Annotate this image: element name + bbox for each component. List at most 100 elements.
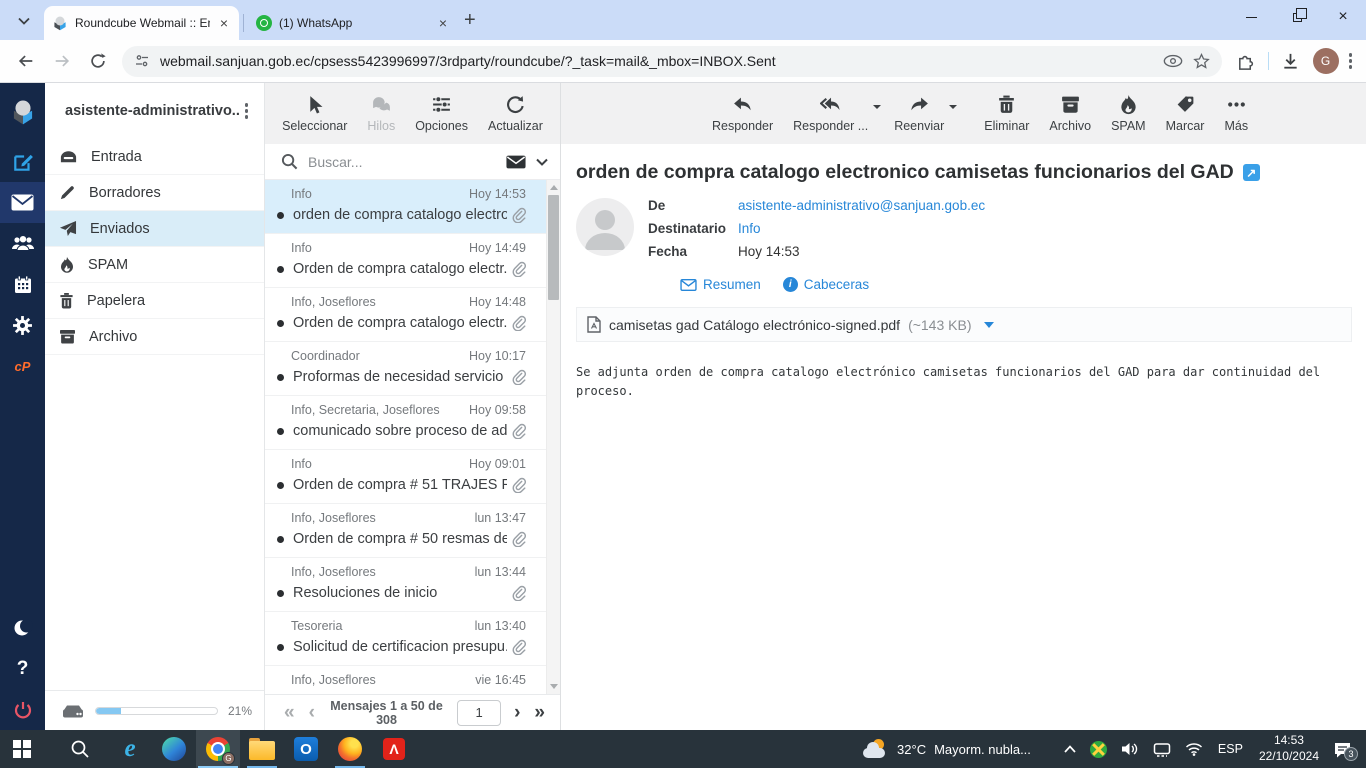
attachment-name[interactable]: camisetas gad Catálogo electrónico-signe… bbox=[609, 317, 900, 333]
antivirus-tray-icon[interactable] bbox=[1083, 740, 1114, 758]
headers-link[interactable]: i Cabeceras bbox=[782, 277, 869, 292]
profile-avatar[interactable]: G bbox=[1312, 48, 1339, 74]
last-page-button[interactable]: » bbox=[529, 703, 550, 722]
chrome-taskbar-icon[interactable]: G bbox=[196, 730, 240, 768]
clock[interactable]: 14:53 22/10/2024 bbox=[1251, 733, 1327, 764]
select-button[interactable]: Seleccionar bbox=[273, 94, 356, 133]
rail-mail-icon[interactable] bbox=[0, 182, 45, 223]
message-list-item[interactable]: Info Hoy 14:49 Orden de compra catalogo … bbox=[265, 234, 560, 288]
list-scrollbar[interactable] bbox=[546, 180, 560, 694]
back-button[interactable] bbox=[10, 45, 42, 77]
scroll-down-icon[interactable] bbox=[547, 680, 560, 694]
message-list-item[interactable]: Info, Joseflores vie 16:45 bbox=[265, 666, 560, 694]
tab-whatsapp[interactable]: (1) WhatsApp × bbox=[248, 6, 458, 40]
search-input[interactable] bbox=[308, 153, 496, 170]
folder-enviados[interactable]: Enviados bbox=[45, 211, 264, 247]
extensions-icon[interactable] bbox=[1230, 45, 1262, 77]
options-button[interactable]: Opciones bbox=[406, 94, 477, 133]
tray-expand-chevron-icon[interactable] bbox=[1057, 745, 1083, 753]
new-tab-button[interactable]: + bbox=[464, 9, 476, 32]
folder-options-icon[interactable] bbox=[239, 97, 255, 125]
rail-calendar-icon[interactable] bbox=[0, 264, 45, 305]
message-list-item[interactable]: Info, Secretaria, Joseflores Hoy 09:58 c… bbox=[265, 396, 560, 450]
rail-settings-gear-icon[interactable] bbox=[0, 305, 45, 346]
close-button[interactable]: × bbox=[1320, 0, 1366, 34]
taskbar-search-icon[interactable] bbox=[58, 730, 102, 768]
file-explorer-icon[interactable] bbox=[240, 730, 284, 768]
next-page-button[interactable]: › bbox=[509, 703, 525, 722]
folder-borradores[interactable]: Borradores bbox=[45, 175, 264, 211]
delete-button[interactable]: Eliminar bbox=[975, 94, 1038, 133]
rail-compose-icon[interactable] bbox=[0, 141, 45, 182]
url-bar[interactable]: webmail.sanjuan.gob.ec/cpsess5423996997/… bbox=[122, 45, 1222, 77]
site-settings-icon[interactable] bbox=[134, 53, 150, 69]
folder-spam[interactable]: SPAM bbox=[45, 247, 264, 283]
tab-close-icon[interactable]: × bbox=[217, 16, 231, 30]
rail-help-icon[interactable]: ? bbox=[0, 648, 45, 689]
spam-button[interactable]: SPAM bbox=[1102, 94, 1155, 133]
start-button[interactable] bbox=[0, 730, 44, 768]
message-list-item[interactable]: Info Hoy 09:01 Orden de compra # 51 TRAJ… bbox=[265, 450, 560, 504]
message-list-item[interactable]: Info, Joseflores lun 13:44 Resoluciones … bbox=[265, 558, 560, 612]
attachment-row[interactable]: camisetas gad Catálogo electrónico-signe… bbox=[576, 307, 1352, 342]
notification-center-icon[interactable]: 3 bbox=[1327, 741, 1366, 761]
weather-widget[interactable]: 32°C Mayorm. nubla... bbox=[853, 739, 1041, 758]
message-list-item[interactable]: Tesoreria lun 13:40 Solicitud de certifi… bbox=[265, 612, 560, 666]
prev-page-button[interactable]: ‹ bbox=[304, 703, 320, 722]
browser-menu-icon[interactable] bbox=[1343, 47, 1359, 75]
tab-roundcube[interactable]: Roundcube Webmail :: Enviados × bbox=[44, 6, 239, 40]
scrollbar-thumb[interactable] bbox=[548, 195, 559, 300]
rail-darkmode-moon-icon[interactable] bbox=[0, 607, 45, 648]
url-text[interactable]: webmail.sanjuan.gob.ec/cpsess5423996997/… bbox=[160, 53, 1153, 69]
volume-icon[interactable] bbox=[1114, 741, 1146, 757]
mark-button[interactable]: Marcar bbox=[1157, 94, 1214, 133]
meet-now-icon[interactable] bbox=[1146, 742, 1178, 757]
reload-button[interactable] bbox=[82, 45, 114, 77]
summary-link[interactable]: Resumen bbox=[680, 277, 761, 292]
message-envelope-icon[interactable] bbox=[506, 155, 526, 169]
from-address-link[interactable]: asistente-administrativo@sanjuan.gob.ec bbox=[738, 198, 985, 213]
scroll-up-icon[interactable] bbox=[547, 180, 560, 194]
wifi-icon[interactable] bbox=[1178, 742, 1210, 756]
first-page-button[interactable]: « bbox=[279, 703, 300, 722]
folder-papelera[interactable]: Papelera bbox=[45, 283, 264, 319]
message-list-item[interactable]: Info, Joseflores lun 13:47 Orden de comp… bbox=[265, 504, 560, 558]
folder-archivo[interactable]: Archivo bbox=[45, 319, 264, 355]
outlook-icon[interactable]: O bbox=[284, 730, 328, 768]
minimize-button[interactable] bbox=[1228, 0, 1274, 34]
threads-button[interactable]: Hilos bbox=[358, 94, 404, 133]
rail-cpanel-icon[interactable]: cP bbox=[0, 346, 45, 387]
tab-search-button[interactable] bbox=[10, 7, 38, 35]
open-in-new-window-icon[interactable] bbox=[1242, 164, 1260, 181]
reply-all-button[interactable]: Responder ... bbox=[784, 94, 877, 133]
archive-button[interactable]: Archivo bbox=[1040, 94, 1100, 133]
reply-all-dropdown-caret[interactable] bbox=[873, 104, 882, 113]
search-options-chevron-icon[interactable] bbox=[536, 158, 548, 166]
message-list-item[interactable]: Info Hoy 14:53 orden de compra catalogo … bbox=[265, 180, 560, 234]
message-list-item[interactable]: Coordinador Hoy 10:17 Proformas de neces… bbox=[265, 342, 560, 396]
acrobat-icon[interactable]: Λ bbox=[372, 730, 416, 768]
bookmark-star-icon[interactable] bbox=[1192, 52, 1210, 70]
language-indicator[interactable]: ESP bbox=[1210, 742, 1251, 756]
rail-logout-power-icon[interactable] bbox=[0, 689, 45, 730]
message-list-item[interactable]: Info, Joseflores Hoy 14:48 Orden de comp… bbox=[265, 288, 560, 342]
restore-button[interactable] bbox=[1274, 0, 1320, 34]
more-button[interactable]: Más bbox=[1215, 94, 1257, 133]
windows-taskbar: e G O Λ 32°C Mayorm. nubla... ESP 14:53 … bbox=[0, 730, 1366, 768]
forward-button[interactable]: Reenviar bbox=[885, 94, 953, 133]
reply-button[interactable]: Responder bbox=[703, 94, 782, 133]
firefox-icon[interactable] bbox=[328, 730, 372, 768]
reading-mode-eye-icon[interactable] bbox=[1163, 54, 1183, 68]
to-address-link[interactable]: Info bbox=[738, 221, 761, 236]
rail-contacts-icon[interactable] bbox=[0, 223, 45, 264]
internet-explorer-icon[interactable]: e bbox=[108, 730, 152, 768]
forward-button[interactable] bbox=[46, 45, 78, 77]
refresh-button[interactable]: Actualizar bbox=[479, 94, 552, 133]
tab-close-icon[interactable]: × bbox=[436, 16, 450, 30]
edge-icon[interactable] bbox=[152, 730, 196, 768]
forward-dropdown-caret[interactable] bbox=[949, 104, 958, 113]
downloads-icon[interactable] bbox=[1275, 45, 1307, 77]
page-number-input[interactable] bbox=[457, 699, 502, 726]
folder-entrada[interactable]: Entrada bbox=[45, 139, 264, 175]
attachment-dropdown-caret[interactable] bbox=[983, 321, 994, 333]
